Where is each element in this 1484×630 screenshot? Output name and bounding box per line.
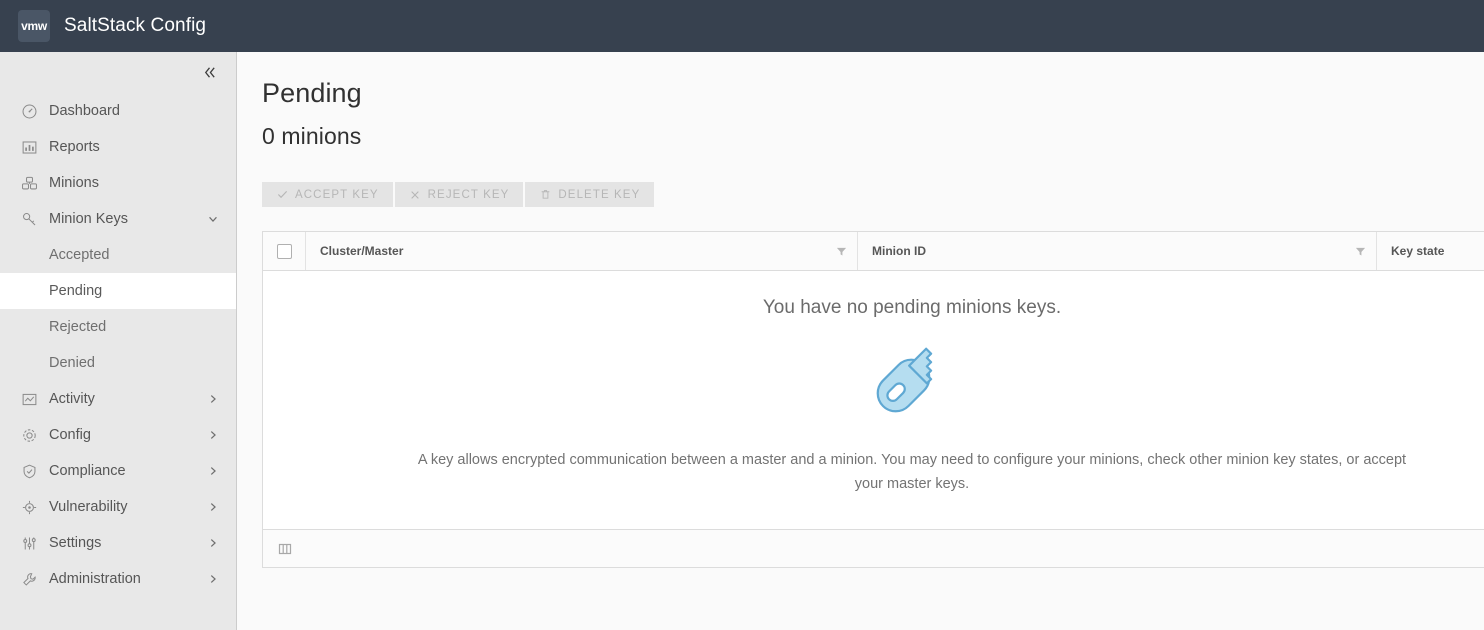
- sidebar-collapse-button[interactable]: [196, 60, 222, 86]
- column-header-minion-id[interactable]: Minion ID: [858, 232, 1377, 270]
- sidebar-item-activity[interactable]: Activity: [0, 381, 236, 417]
- delete-key-button[interactable]: Delete Key: [525, 182, 655, 207]
- trash-icon: [539, 189, 551, 201]
- sidebar-subitem-label: Pending: [49, 283, 103, 299]
- sidebar-item-label: Reports: [49, 139, 100, 155]
- column-header-cluster-master[interactable]: Cluster/Master: [306, 232, 858, 270]
- speedometer-icon: [20, 102, 38, 120]
- table-header-row: Cluster/Master Minion ID Key state: [263, 232, 1484, 271]
- page-title: Pending: [262, 78, 362, 108]
- sidebar-item-label: Compliance: [49, 463, 126, 479]
- sidebar-subitem-rejected[interactable]: Rejected: [0, 309, 236, 345]
- empty-state-description: A key allows encrypted communication bet…: [417, 452, 1407, 492]
- sidebar-item-label: Activity: [49, 391, 95, 407]
- sidebar-subitem-label: Denied: [49, 355, 95, 371]
- reject-key-button[interactable]: Reject Key: [394, 182, 524, 207]
- body-split: Dashboard Reports Minions Minion Keys Ac…: [0, 52, 1484, 630]
- sidebar-subitem-label: Accepted: [49, 247, 110, 263]
- sliders-icon: [20, 534, 38, 552]
- gear-icon: [20, 426, 38, 444]
- sidebar-nav: Dashboard Reports Minions Minion Keys Ac…: [0, 93, 236, 597]
- sidebar-subitem-denied[interactable]: Denied: [0, 345, 236, 381]
- sidebar-subitem-accepted[interactable]: Accepted: [0, 237, 236, 273]
- wrench-icon: [20, 570, 38, 588]
- sidebar: Dashboard Reports Minions Minion Keys Ac…: [0, 52, 237, 630]
- shield-icon: [20, 462, 38, 480]
- sidebar-item-reports[interactable]: Reports: [0, 129, 236, 165]
- vmware-logo-text: vmw: [21, 19, 47, 33]
- sidebar-collapse-row: [0, 52, 236, 93]
- double-chevron-left-icon: [204, 67, 215, 78]
- minions-icon: [20, 174, 38, 192]
- column-settings-icon[interactable]: [277, 541, 293, 557]
- table-footer: [263, 529, 1484, 567]
- chevron-right-icon: [206, 464, 220, 478]
- sidebar-item-settings[interactable]: Settings: [0, 525, 236, 561]
- sidebar-item-compliance[interactable]: Compliance: [0, 453, 236, 489]
- bar-chart-icon: [20, 138, 38, 156]
- chevron-right-icon: [206, 572, 220, 586]
- vmware-logo[interactable]: vmw: [18, 10, 50, 42]
- sidebar-subitem-pending[interactable]: Pending: [0, 273, 236, 309]
- sidebar-item-label: Minions: [49, 175, 99, 191]
- chevron-right-icon: [206, 392, 220, 406]
- column-label: Cluster/Master: [320, 244, 404, 258]
- key-icon: [20, 210, 38, 228]
- minion-count: 0 minions: [262, 123, 362, 149]
- chevron-down-icon: [206, 212, 220, 226]
- sidebar-item-minion-keys[interactable]: Minion Keys: [0, 201, 236, 237]
- column-header-key-state[interactable]: Key state: [1377, 232, 1484, 270]
- chevron-right-icon: [206, 428, 220, 442]
- app-root: vmw SaltStack Config Dashboard Reports M…: [0, 0, 1484, 630]
- column-label: Key state: [1391, 244, 1445, 258]
- minion-keys-table: Cluster/Master Minion ID Key state You h…: [262, 231, 1484, 568]
- sidebar-item-administration[interactable]: Administration: [0, 561, 236, 597]
- chevron-right-icon: [206, 500, 220, 514]
- sidebar-item-config[interactable]: Config: [0, 417, 236, 453]
- sidebar-item-minions[interactable]: Minions: [0, 165, 236, 201]
- key-illustration: [869, 337, 955, 422]
- sidebar-item-label: Administration: [49, 571, 141, 587]
- delete-key-label: Delete Key: [558, 188, 641, 201]
- main-content: Pending 0 minions Accept Key Reject Key: [237, 52, 1484, 630]
- empty-state-heading: You have no pending minions keys.: [762, 297, 1062, 318]
- table-body-empty-state: You have no pending minions keys. A key …: [263, 271, 1484, 529]
- select-all-cell: [263, 232, 306, 270]
- column-label: Minion ID: [872, 244, 926, 258]
- sidebar-item-label: Config: [49, 427, 91, 443]
- chevron-right-icon: [206, 536, 220, 550]
- sidebar-item-label: Dashboard: [49, 103, 120, 119]
- filter-icon[interactable]: [836, 246, 847, 257]
- accept-key-label: Accept Key: [295, 188, 379, 201]
- filter-icon[interactable]: [1355, 246, 1366, 257]
- sidebar-item-dashboard[interactable]: Dashboard: [0, 93, 236, 129]
- sidebar-item-label: Vulnerability: [49, 499, 128, 515]
- sidebar-item-vulnerability[interactable]: Vulnerability: [0, 489, 236, 525]
- app-title: SaltStack Config: [64, 15, 207, 36]
- reject-key-label: Reject Key: [427, 188, 510, 201]
- sidebar-item-label: Minion Keys: [49, 211, 128, 227]
- top-header: vmw SaltStack Config: [0, 0, 1484, 52]
- key-actions-toolbar: Accept Key Reject Key Delete Key: [262, 182, 1484, 207]
- close-icon: [409, 189, 421, 201]
- accept-key-button[interactable]: Accept Key: [262, 182, 393, 207]
- activity-icon: [20, 390, 38, 408]
- target-icon: [20, 498, 38, 516]
- sidebar-subitem-label: Rejected: [49, 319, 107, 335]
- select-all-checkbox[interactable]: [276, 243, 292, 259]
- sidebar-item-label: Settings: [49, 535, 102, 551]
- check-icon: [276, 189, 288, 201]
